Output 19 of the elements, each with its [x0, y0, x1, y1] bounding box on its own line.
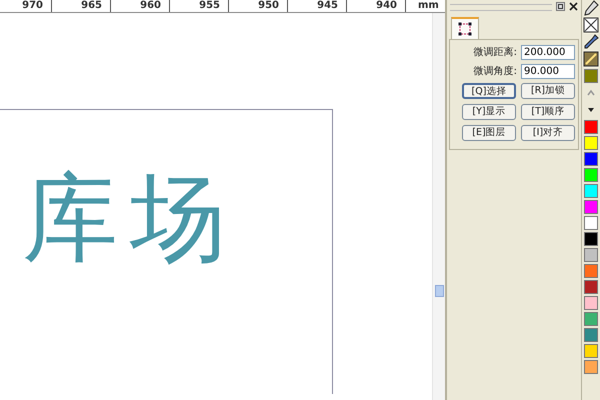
ruler-label: 955 — [199, 0, 220, 11]
input-field[interactable]: 200.000 — [521, 45, 575, 60]
ruler-label: 970 — [22, 0, 43, 11]
input-field[interactable]: 90.000 — [521, 64, 575, 79]
field-label: 微调角度: — [472, 64, 517, 79]
ruler-label: 945 — [317, 0, 338, 11]
field-label: 微调距离: — [472, 46, 517, 60]
docker-button[interactable]: [R]加锁 — [521, 83, 575, 99]
ruler-label: 940 — [376, 0, 397, 11]
ruler-label: 950 — [258, 0, 279, 11]
docker-button[interactable]: [E]图层 — [462, 125, 516, 141]
ruler-label: 960 — [140, 0, 161, 11]
docker-button[interactable]: [I]对齐 — [521, 125, 575, 141]
docker-button[interactable]: [Y]显示 — [462, 104, 516, 120]
ruler-unit: mm — [417, 0, 439, 12]
docker-button[interactable]: [T]顺序 — [521, 104, 575, 120]
canvas-text: 库场 — [21, 161, 239, 266]
ruler-label: 965 — [81, 0, 102, 11]
docker-button[interactable]: [Q]选择 — [462, 83, 516, 99]
